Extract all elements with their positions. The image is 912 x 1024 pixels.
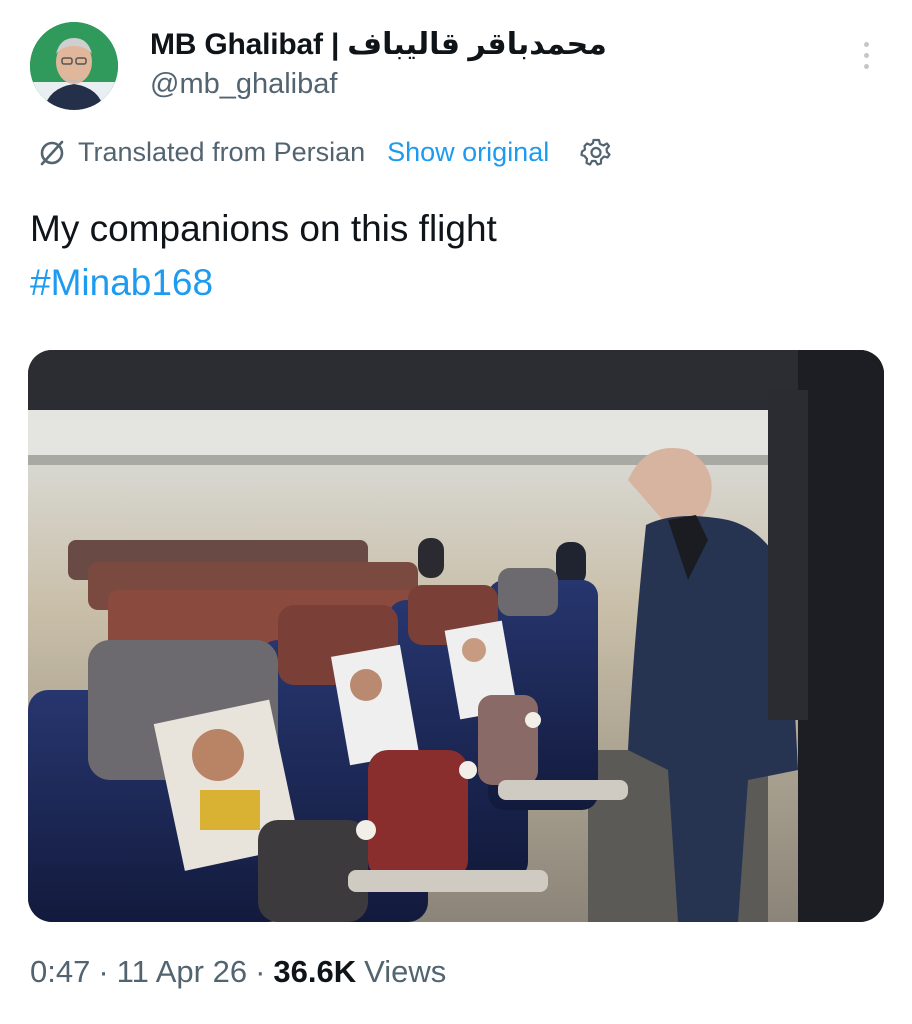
show-original-link[interactable]: Show original [387, 137, 549, 168]
avatar[interactable] [30, 22, 118, 110]
user-handle[interactable]: @mb_ghalibaf [150, 68, 337, 101]
tweet-body: My companions on this flight [30, 208, 497, 249]
tweet-time[interactable]: 0:47 [30, 954, 90, 990]
meta-separator: · [255, 954, 266, 989]
translate-icon [40, 140, 64, 166]
tweet-meta: 0:47 · 11 Apr 26 · 36.6K Views [30, 954, 446, 990]
avatar-portrait [30, 22, 118, 110]
more-icon[interactable] [846, 36, 886, 76]
tweet-media-photo[interactable] [28, 350, 884, 922]
cabin-photo [28, 350, 884, 922]
meta-separator: · [98, 954, 109, 989]
translated-label: Translated from Persian [78, 136, 366, 167]
display-name[interactable]: MB Ghalibaf | محمدباقر قالیباف [150, 27, 607, 62]
translation-bar: Translated from Persian Show original [36, 130, 613, 174]
gear-icon[interactable] [579, 135, 613, 169]
tweet-date[interactable]: 11 Apr 26 [117, 954, 247, 990]
tweet-text: My companions on this flight #Minab168 [30, 202, 497, 310]
views-label: Views [364, 954, 447, 989]
views-count: 36.6K [273, 954, 357, 989]
hashtag-link[interactable]: #Minab168 [30, 256, 497, 310]
